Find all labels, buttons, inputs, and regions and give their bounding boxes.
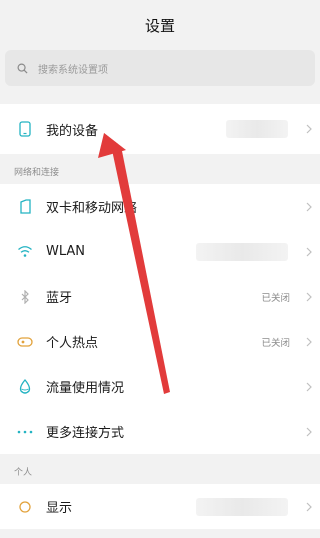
settings-item-display[interactable]: 显示 bbox=[0, 484, 320, 529]
chevron-right-icon bbox=[298, 427, 320, 437]
bluetooth-icon bbox=[0, 289, 46, 304]
settings-item-hotspot[interactable]: 个人热点 已关闭 bbox=[0, 319, 320, 364]
wlan-name-blurred bbox=[196, 242, 288, 261]
wifi-icon bbox=[0, 245, 46, 258]
sim-card-icon bbox=[0, 198, 46, 215]
settings-item-my-device[interactable]: 我的设备 bbox=[0, 104, 320, 154]
settings-item-label: 流量使用情况 bbox=[46, 381, 125, 396]
search-icon bbox=[17, 63, 28, 74]
chevron-right-icon bbox=[298, 337, 320, 347]
phone-icon bbox=[0, 121, 46, 137]
settings-item-label: 我的设备 bbox=[46, 123, 99, 139]
settings-item-label: 蓝牙 bbox=[46, 291, 73, 306]
page-title: 设置 bbox=[144, 16, 175, 35]
display-icon bbox=[0, 500, 46, 514]
app-header: 设置 bbox=[0, 0, 320, 50]
search-placeholder: 搜索系统设置项 bbox=[38, 64, 108, 76]
chevron-right-icon bbox=[298, 502, 320, 512]
chevron-right-icon bbox=[298, 202, 320, 212]
settings-item-label: 显示 bbox=[46, 501, 73, 516]
settings-item-label: 双卡和移动网络 bbox=[46, 201, 138, 216]
settings-item-dual-sim[interactable]: 双卡和移动网络 bbox=[0, 184, 320, 229]
settings-item-label: 更多连接方式 bbox=[46, 426, 125, 441]
data-usage-icon bbox=[0, 378, 46, 395]
status-value: 已关闭 bbox=[261, 292, 290, 304]
settings-item-wlan[interactable]: WLAN bbox=[0, 229, 320, 274]
chevron-right-icon bbox=[298, 382, 320, 392]
display-value-blurred bbox=[196, 497, 288, 516]
search-input[interactable]: 搜索系统设置项 bbox=[5, 50, 315, 86]
settings-item-label: 个人热点 bbox=[46, 336, 99, 351]
device-name-blurred bbox=[226, 120, 288, 138]
network-settings-group: 双卡和移动网络 WLAN 蓝牙 已关闭 个人热点 已关闭 流量使用情况 更多连接… bbox=[0, 184, 320, 454]
status-value: 已关闭 bbox=[261, 337, 290, 349]
more-connections-icon bbox=[0, 430, 46, 434]
settings-item-data-usage[interactable]: 流量使用情况 bbox=[0, 364, 320, 409]
chevron-right-icon bbox=[298, 292, 320, 302]
settings-item-more-connections[interactable]: 更多连接方式 bbox=[0, 409, 320, 454]
hotspot-icon bbox=[0, 336, 46, 348]
section-title-network: 网络和连接 bbox=[14, 168, 60, 178]
section-title-personal: 个人 bbox=[14, 468, 33, 478]
personal-settings-group: 显示 bbox=[0, 484, 320, 529]
search-bar-container: 搜索系统设置项 bbox=[0, 50, 320, 90]
settings-item-label: WLAN bbox=[46, 244, 86, 259]
settings-item-bluetooth[interactable]: 蓝牙 已关闭 bbox=[0, 274, 320, 319]
chevron-right-icon bbox=[298, 124, 320, 134]
chevron-right-icon bbox=[298, 247, 320, 257]
